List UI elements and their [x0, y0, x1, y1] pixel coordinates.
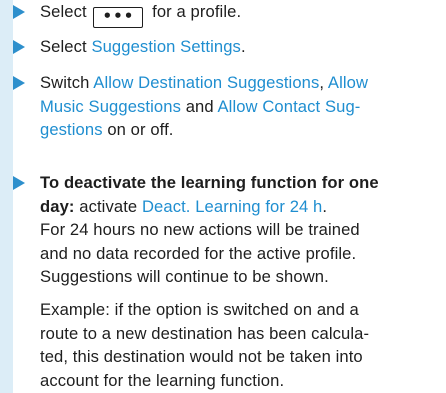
example-note: Example: if the option is switched on an… [40, 298, 442, 392]
step-3-text: Switch Allow Destination Suggestions, Al… [40, 71, 442, 142]
example-line-2: route to a new destination has been calc… [40, 323, 370, 343]
allow-music-suggestions-link: Allow [327, 73, 369, 92]
example-line-4: account for the learning function. [40, 370, 285, 390]
step-2-text: Select Suggestion Settings. [40, 35, 442, 59]
step-arrow-icon [13, 40, 25, 54]
example-line-3: ted, this destination would not be taken… [40, 347, 363, 366]
step-1-text: Select ••• for a profile. [40, 0, 442, 28]
example-line-1: Example: if the option is switched on an… [40, 300, 359, 319]
step-2-suffix: . [240, 37, 246, 56]
step-3-line-3: gestions on or off. [40, 120, 174, 139]
step-4-text: To deactivate the learning function for … [40, 171, 442, 289]
step-1-prefix: Select [40, 2, 92, 21]
step-1-suffix: for a profile. [147, 2, 242, 21]
step-4-line-2: day: activate Deact. Learning for 24 h. [40, 196, 328, 216]
step-arrow-icon [13, 5, 25, 19]
allow-destination-suggestions-link: Allow Destination Suggestions [93, 73, 320, 92]
deact-learning-link: Deact. Learning for 24 h [141, 196, 323, 216]
step-3-line-2: Music Suggestions and Allow Contact Sug- [40, 96, 361, 116]
more-options-button-icon: ••• [93, 7, 144, 28]
manual-page: Select ••• for a profile. Select Suggest… [0, 0, 446, 393]
step-4-line-4: and no data recorded for the active prof… [40, 243, 357, 263]
step-4-bold-line-1: To deactivate the learning function for … [40, 173, 379, 192]
allow-contact-suggestions-link-cont: gestions [40, 120, 103, 139]
step-arrow-icon [13, 176, 25, 190]
step-2-prefix: Select [40, 37, 92, 56]
step-4-line-3: For 24 hours no new actions will be trai… [40, 220, 360, 239]
step-3-line-1: Switch Allow Destination Suggestions, Al… [40, 73, 369, 92]
step-4-line-5: Suggestions will continue to be shown. [40, 267, 329, 286]
suggestion-settings-link: Suggestion Settings [91, 37, 241, 56]
allow-music-suggestions-link-cont: Music Suggestions [40, 96, 181, 116]
step-arrow-icon [13, 76, 25, 90]
allow-contact-suggestions-link: Allow Contact Sug- [217, 96, 361, 116]
instruction-gutter-bar [0, 0, 13, 393]
